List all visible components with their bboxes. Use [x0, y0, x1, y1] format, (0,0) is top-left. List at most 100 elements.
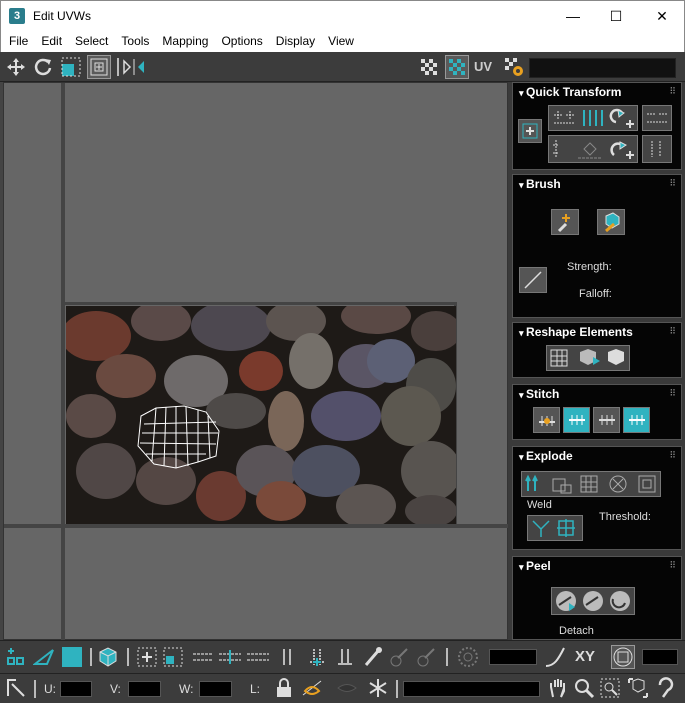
- toolbar-separator: [90, 648, 92, 666]
- grow-selection-icon[interactable]: [135, 645, 159, 669]
- menu-tools[interactable]: Tools: [116, 34, 154, 48]
- weld-tools-icons[interactable]: [527, 515, 583, 541]
- menu-file[interactable]: File: [4, 34, 33, 48]
- stitch-average-icon[interactable]: [593, 407, 620, 433]
- filter-field[interactable]: [403, 681, 540, 697]
- window-title: Edit UVWs: [33, 8, 92, 23]
- pan-hand-icon[interactable]: [546, 676, 570, 700]
- reshape-tools-icons[interactable]: [546, 345, 630, 371]
- app-icon: 3: [9, 7, 25, 24]
- strength-label: Strength:: [567, 261, 612, 273]
- brush-rollout[interactable]: Brush ⠿ Strength: Falloff:: [512, 174, 682, 318]
- grid-axis-horizontal: [4, 524, 509, 528]
- vertex-select-icon[interactable]: [32, 645, 56, 669]
- stitch-to-target-icon[interactable]: [563, 407, 590, 433]
- reshape-elements-rollout[interactable]: Reshape Elements ⠿: [512, 322, 682, 378]
- texture-settings-icon[interactable]: [502, 55, 526, 79]
- checker-pattern-icon[interactable]: [417, 55, 441, 79]
- brush-title[interactable]: Brush: [519, 177, 561, 191]
- uv-viewport[interactable]: [3, 82, 509, 641]
- space-vertical-icon[interactable]: [642, 135, 672, 163]
- rollout-grip[interactable]: ⠿: [669, 388, 676, 399]
- freeform-icon[interactable]: [87, 55, 111, 79]
- menu-display[interactable]: Display: [271, 34, 320, 48]
- tools-panel: Quick Transform ⠿ Brush ⠿ Strength: F: [508, 82, 685, 640]
- peel-title[interactable]: Peel: [519, 559, 551, 573]
- stitch-rollout[interactable]: Stitch ⠿: [512, 384, 682, 440]
- quick-transform-title[interactable]: Quick Transform: [519, 85, 621, 99]
- falloff-value-field[interactable]: [489, 649, 537, 665]
- menu-select[interactable]: Select: [70, 34, 113, 48]
- toolbar-separator: [446, 648, 448, 666]
- brush-curve-icon[interactable]: [519, 267, 547, 293]
- zoom-extents-icon[interactable]: [626, 676, 650, 700]
- minimize-button[interactable]: —: [550, 1, 596, 31]
- close-button[interactable]: ✕: [639, 1, 685, 31]
- bottom-toolbar-transform: U: V: W: L:: [0, 673, 685, 703]
- stitch-title[interactable]: Stitch: [519, 387, 559, 401]
- loop-ring-select-icons[interactable]: [190, 645, 272, 669]
- u-value-field[interactable]: [60, 681, 92, 697]
- maximize-button[interactable]: ☐: [593, 1, 639, 31]
- xy-axis-toggle[interactable]: XY: [575, 648, 595, 665]
- v-value-field[interactable]: [128, 681, 161, 697]
- freeze-icon[interactable]: [366, 676, 390, 700]
- face-select-icon[interactable]: [60, 645, 84, 669]
- rotate-icon[interactable]: [31, 55, 55, 79]
- paint-select-shrink-icon[interactable]: [414, 645, 438, 669]
- show-hidden-icon[interactable]: [300, 676, 324, 700]
- texture-dropdown[interactable]: [529, 58, 676, 78]
- relax-brush-icon[interactable]: [597, 209, 625, 235]
- mirror-icon[interactable]: [122, 55, 146, 79]
- menu-view[interactable]: View: [323, 34, 359, 48]
- zoom-icon[interactable]: [572, 676, 596, 700]
- bottom-toolbar-selection: XY: [0, 640, 685, 673]
- element-select-icon[interactable]: [96, 645, 120, 669]
- select-element-icon[interactable]: [4, 645, 28, 669]
- rollout-grip[interactable]: ⠿: [669, 178, 676, 189]
- scale-icon[interactable]: [59, 55, 83, 79]
- absolute-offset-icon[interactable]: [4, 676, 28, 700]
- paint-select-icon[interactable]: [361, 645, 385, 669]
- rollout-grip[interactable]: ⠿: [669, 450, 676, 461]
- loop-edge-icons[interactable]: [278, 645, 358, 669]
- reshape-elements-title[interactable]: Reshape Elements: [519, 325, 633, 339]
- explode-title[interactable]: Explode: [519, 449, 573, 463]
- hide-icon[interactable]: [335, 676, 359, 700]
- pixel-snap-icon[interactable]: [611, 645, 635, 669]
- menu-mapping[interactable]: Mapping: [157, 34, 213, 48]
- checker-texture-icon[interactable]: [445, 55, 469, 79]
- grid-axis-vertical: [61, 83, 65, 641]
- shrink-selection-icon[interactable]: [161, 645, 185, 669]
- stitch-to-source-icon[interactable]: [623, 407, 650, 433]
- w-value-field[interactable]: [199, 681, 232, 697]
- uv-toggle[interactable]: UV: [474, 59, 492, 74]
- paint-move-icon[interactable]: [551, 209, 579, 235]
- paint-select-grow-icon[interactable]: [387, 645, 411, 669]
- help-icon[interactable]: [654, 676, 678, 700]
- zoom-region-icon[interactable]: [598, 676, 622, 700]
- peel-rollout[interactable]: Peel ⠿ Detach: [512, 556, 682, 640]
- stitch-custom-icon[interactable]: [533, 407, 560, 433]
- rollout-grip[interactable]: ⠿: [669, 86, 676, 97]
- align-horizontal-icons[interactable]: [548, 105, 638, 131]
- lock-selection-icon[interactable]: [272, 676, 296, 700]
- grid-border-top: [64, 302, 457, 305]
- peel-tools-icons[interactable]: [551, 587, 635, 615]
- rollout-grip[interactable]: ⠿: [669, 326, 676, 337]
- soft-selection-value-field[interactable]: [642, 649, 678, 665]
- soft-selection-icon[interactable]: [456, 645, 480, 669]
- space-horizontal-icon[interactable]: [642, 105, 672, 131]
- explode-tools-icons[interactable]: [521, 471, 661, 497]
- quick-transform-rollout[interactable]: Quick Transform ⠿: [512, 82, 682, 170]
- menu-options[interactable]: Options: [216, 34, 267, 48]
- align-vertical-icons[interactable]: [548, 135, 638, 163]
- explode-rollout[interactable]: Explode ⠿ Weld Threshold:: [512, 446, 682, 550]
- falloff-curve-icon[interactable]: [543, 645, 567, 669]
- menu-edit[interactable]: Edit: [36, 34, 67, 48]
- move-icon[interactable]: [4, 55, 28, 79]
- u-label: U:: [44, 682, 56, 696]
- rollout-grip[interactable]: ⠿: [669, 560, 676, 571]
- weld-label: Weld: [527, 499, 552, 511]
- set-pivot-icon[interactable]: [518, 119, 542, 143]
